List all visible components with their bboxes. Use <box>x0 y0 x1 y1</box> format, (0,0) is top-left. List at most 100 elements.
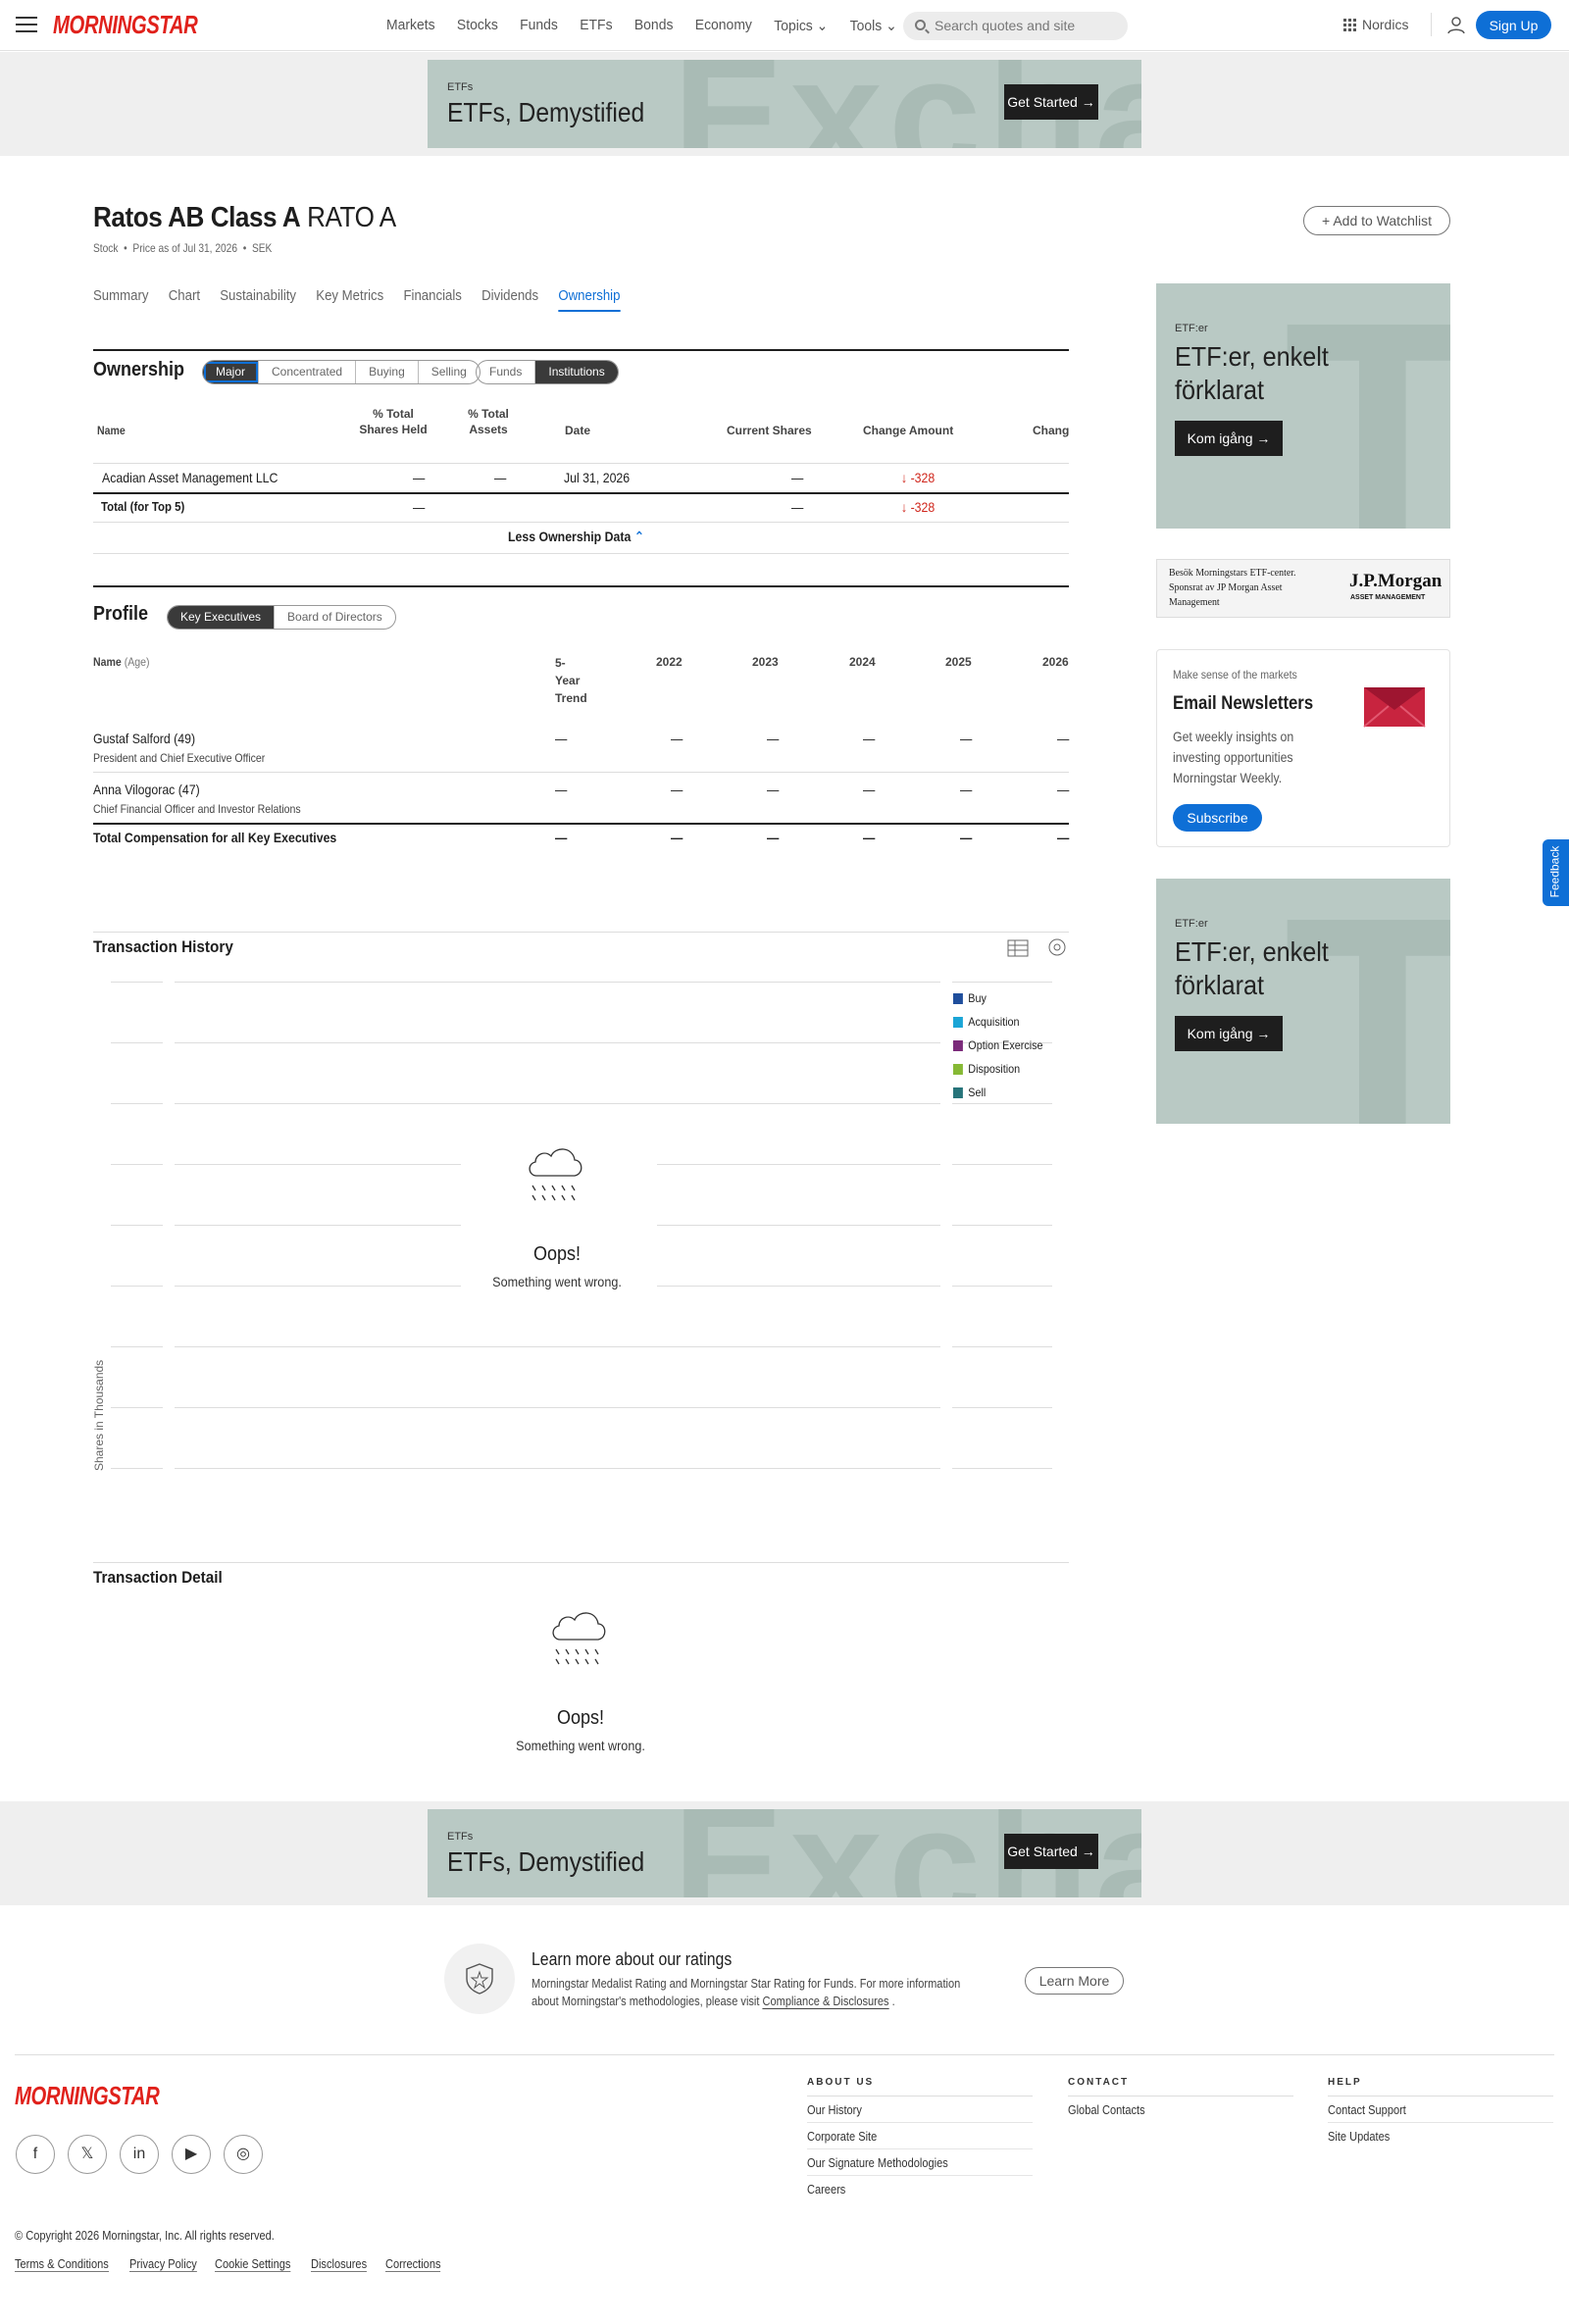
type-funds[interactable]: Funds <box>477 361 536 383</box>
menu-icon[interactable] <box>16 17 37 32</box>
legend-option-exercise[interactable]: Option Exercise <box>953 1038 1043 1052</box>
compensation-value: — <box>960 731 973 746</box>
trend-line2: Year <box>555 674 581 687</box>
youtube-icon[interactable]: ▶ <box>172 2135 211 2174</box>
nav-bonds[interactable]: Bonds <box>634 17 674 34</box>
col-name[interactable]: Name <box>97 423 126 438</box>
feedback-tab[interactable]: Feedback <box>1543 839 1569 906</box>
top-banner-ad[interactable]: Exchan ETFs ETFs, Demystified Get Starte… <box>428 60 1141 148</box>
linkedin-icon[interactable]: in <box>120 2135 159 2174</box>
tab-chart[interactable]: Chart <box>169 287 200 312</box>
col-year-2022[interactable]: 2022 <box>656 654 683 670</box>
subscribe-button[interactable]: Subscribe <box>1173 804 1262 832</box>
jpmorgan-ad[interactable]: Besök Morningstars ETF-center. Sponsrat a… <box>1156 559 1450 618</box>
x-twitter-icon[interactable]: 𝕏 <box>68 2135 107 2174</box>
table-view-icon[interactable] <box>1007 939 1029 957</box>
row-divider <box>93 463 1069 464</box>
facebook-icon[interactable]: f <box>16 2135 55 2174</box>
search-input[interactable]: Search quotes and site <box>903 12 1128 40</box>
region-selector[interactable]: Nordics <box>1343 17 1408 32</box>
col-total-assets[interactable]: % Total Assets <box>454 406 523 437</box>
footer-link[interactable]: Our Signature Methodologies <box>807 2149 1033 2176</box>
holder-assets: — <box>494 470 507 485</box>
nav-markets[interactable]: Markets <box>386 17 435 34</box>
toggle-key-executives[interactable]: Key Executives <box>168 606 276 629</box>
executive-name[interactable]: Anna Vilogorac (47) <box>93 782 200 797</box>
less-ownership-toggle[interactable]: Less Ownership Data ⌃ <box>508 529 644 545</box>
compensation-value: — <box>671 782 683 797</box>
cookie-settings-link[interactable]: Cookie Settings <box>215 2256 291 2272</box>
sidebar-etf-ad[interactable]: T ETF:er ETF:er, enkelt förklarat Kom igå… <box>1156 283 1450 529</box>
tab-key-metrics[interactable]: Key Metrics <box>316 287 383 312</box>
footer-link[interactable]: Corporate Site <box>807 2123 1033 2149</box>
tab-ownership[interactable]: Ownership <box>558 287 621 312</box>
holder-name[interactable]: Acadian Asset Management LLC <box>102 470 278 485</box>
footer-link[interactable]: Site Updates <box>1328 2123 1553 2149</box>
morningstar-logo[interactable]: MORNINGSTAR <box>53 10 198 40</box>
legend-sell[interactable]: Sell <box>953 1086 986 1099</box>
ad-cta-button[interactable]: Kom igång → <box>1175 1016 1283 1051</box>
col-change[interactable]: Change <box>1033 423 1069 438</box>
sign-up-button[interactable]: Sign Up <box>1476 11 1551 39</box>
footer-link[interactable]: Careers <box>807 2176 1033 2202</box>
total-label: Total (for Top 5) <box>101 499 185 514</box>
corrections-link[interactable]: Corrections <box>385 2256 441 2272</box>
col-change-amount[interactable]: Change Amount <box>863 423 953 438</box>
disclosures-link[interactable]: Disclosures <box>311 2256 368 2272</box>
user-icon[interactable] <box>1446 15 1466 34</box>
filter-major[interactable]: Major <box>203 361 260 383</box>
col-year-2025[interactable]: 2025 <box>945 654 972 670</box>
learn-more-button[interactable]: Learn More <box>1025 1967 1124 1995</box>
nav-etfs[interactable]: ETFs <box>580 17 612 34</box>
legend-buy[interactable]: Buy <box>953 991 987 1005</box>
terms-link[interactable]: Terms & Conditions <box>15 2256 109 2272</box>
col-date[interactable]: Date <box>565 423 590 438</box>
instagram-icon[interactable]: ◎ <box>224 2135 263 2174</box>
privacy-link[interactable]: Privacy Policy <box>129 2256 197 2272</box>
banner-get-started-button[interactable]: Get Started → <box>1004 1834 1098 1869</box>
transaction-history-title: Transaction History <box>93 937 233 956</box>
ad-cta-button[interactable]: Kom igång → <box>1175 421 1283 456</box>
footer-link[interactable]: Our History <box>807 2097 1033 2123</box>
nav-funds[interactable]: Funds <box>520 17 558 34</box>
legend-acquisition[interactable]: Acquisition <box>953 1015 1020 1029</box>
col-exec-age-label: (Age) <box>124 655 150 669</box>
toggle-board-of-directors[interactable]: Board of Directors <box>275 606 395 629</box>
bottom-banner-ad[interactable]: Exchan ETFs ETFs, Demystified Get Starte… <box>428 1809 1141 1897</box>
footer-link[interactable]: Contact Support <box>1328 2097 1553 2123</box>
col-exec-name[interactable]: Name (Age) <box>93 654 150 670</box>
banner-get-started-button[interactable]: Get Started → <box>1004 84 1098 120</box>
type-institutions[interactable]: Institutions <box>535 361 618 383</box>
total-change-value: -328 <box>910 499 936 515</box>
tab-summary[interactable]: Summary <box>93 287 148 312</box>
filter-selling[interactable]: Selling <box>419 361 480 383</box>
footer-link[interactable]: Global Contacts <box>1068 2097 1293 2123</box>
settings-icon[interactable] <box>1048 938 1066 956</box>
tab-sustainability[interactable]: Sustainability <box>220 287 296 312</box>
col-year-2024[interactable]: 2024 <box>849 654 876 670</box>
executive-name[interactable]: Gustaf Salford (49) <box>93 731 195 746</box>
nav-economy[interactable]: Economy <box>695 17 752 34</box>
compensation-value: — <box>863 731 876 746</box>
add-to-watchlist-button[interactable]: + Add to Watchlist <box>1303 206 1450 235</box>
tab-financials[interactable]: Financials <box>403 287 461 312</box>
filter-concentrated[interactable]: Concentrated <box>259 361 357 383</box>
tab-dividends[interactable]: Dividends <box>481 287 538 312</box>
ratings-title: Learn more about our ratings <box>531 1949 733 1969</box>
col-year-2023[interactable]: 2023 <box>752 654 779 670</box>
nav-tools[interactable]: Tools ⌄ <box>850 17 897 34</box>
total-current-shares: — <box>791 499 804 515</box>
col-total-shares-held[interactable]: % Total Shares Held <box>359 406 428 437</box>
compliance-link[interactable]: Compliance & Disclosures <box>762 1994 889 2009</box>
compensation-value: — <box>555 731 568 746</box>
sidebar-etf-ad-2[interactable]: T ETF:er ETF:er, enkelt förklarat Kom igå… <box>1156 879 1450 1124</box>
executive-title: President and Chief Executive Officer <box>93 751 266 765</box>
col-year-2026[interactable]: 2026 <box>1042 654 1069 670</box>
nav-topics[interactable]: Topics ⌄ <box>774 17 828 34</box>
footer-logo[interactable]: MORNINGSTAR <box>15 2081 160 2111</box>
col-current-shares[interactable]: Current Shares <box>727 423 812 438</box>
nav-stocks[interactable]: Stocks <box>457 17 498 34</box>
chart-y-axis-label: Shares in Thousands <box>92 1359 106 1471</box>
filter-buying[interactable]: Buying <box>356 361 419 383</box>
legend-disposition[interactable]: Disposition <box>953 1062 1020 1076</box>
